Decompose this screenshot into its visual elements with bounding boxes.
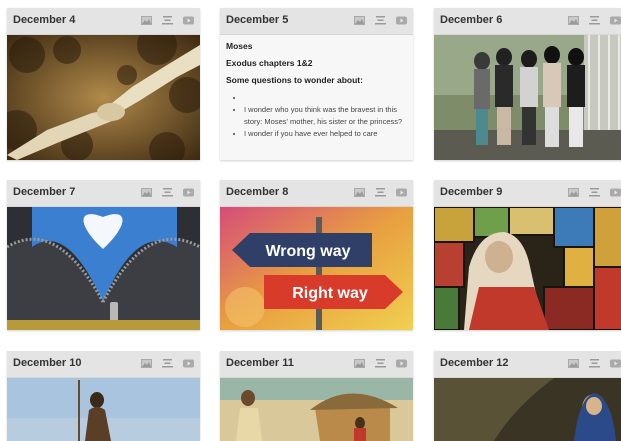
card-text-name: Moses [226, 41, 253, 51]
align-icon[interactable] [162, 359, 173, 368]
card-title: December 5 [226, 14, 289, 26]
stained-glass-woman-image[interactable] [434, 207, 621, 330]
video-icon[interactable] [610, 188, 621, 197]
video-icon[interactable] [183, 359, 194, 368]
wrong-way-right-way-signs-image[interactable]: Wrong way Right way [220, 207, 413, 330]
card-header: December 11 [220, 351, 413, 378]
image-icon[interactable] [141, 16, 152, 25]
card-december-5[interactable]: December 5 Moses Exodus chapters 1&2 Som… [220, 8, 413, 160]
align-icon[interactable] [375, 16, 386, 25]
zipper-sky-heart-cloud-image[interactable] [7, 207, 200, 330]
card-header: December 6 [434, 8, 621, 35]
image-icon[interactable] [568, 359, 579, 368]
card-text-content: Moses Exodus chapters 1&2 Some questions… [220, 35, 413, 160]
video-icon[interactable] [396, 359, 407, 368]
prophet-figure-image[interactable] [7, 378, 200, 441]
image-icon[interactable] [354, 188, 365, 197]
card-text-prompt: Some questions to wonder about: [226, 75, 363, 85]
card-title: December 6 [440, 14, 503, 26]
align-icon[interactable] [162, 188, 173, 197]
card-header: December 12 [434, 351, 621, 378]
question-list: I wonder who you think was the bravest i… [226, 92, 407, 140]
village-painting-image[interactable] [220, 378, 413, 441]
card-header: December 10 [7, 351, 200, 378]
card-december-10[interactable]: December 10 [7, 351, 200, 441]
card-header: December 8 [220, 180, 413, 207]
video-icon[interactable] [183, 188, 194, 197]
align-icon[interactable] [589, 359, 600, 368]
card-title: December 10 [13, 357, 82, 369]
card-header: December 5 [220, 8, 413, 35]
video-icon[interactable] [396, 16, 407, 25]
hands-reaching-image[interactable] [7, 35, 200, 160]
image-icon[interactable] [141, 359, 152, 368]
card-december-8[interactable]: December 8 Wrong way Right way [220, 180, 413, 330]
align-icon[interactable] [375, 188, 386, 197]
align-icon[interactable] [589, 16, 600, 25]
card-december-6[interactable]: December 6 [434, 8, 621, 160]
align-icon[interactable] [589, 188, 600, 197]
card-december-9[interactable]: December 9 [434, 180, 621, 330]
video-icon[interactable] [183, 16, 194, 25]
card-title: December 4 [13, 14, 76, 26]
image-icon[interactable] [354, 16, 365, 25]
list-item [244, 92, 407, 104]
align-icon[interactable] [162, 16, 173, 25]
list-item: I wonder who you think was the bravest i… [244, 104, 407, 128]
video-icon[interactable] [610, 359, 621, 368]
right-way-sign-text: Right way [292, 285, 368, 302]
video-icon[interactable] [396, 188, 407, 197]
card-december-12[interactable]: December 12 [434, 351, 621, 441]
card-december-7[interactable]: December 7 [7, 180, 200, 330]
card-title: December 12 [440, 357, 509, 369]
card-header: December 4 [7, 8, 200, 35]
group-of-women-photo[interactable] [434, 35, 621, 160]
list-item: I wonder if you have ever helped to care [244, 128, 407, 140]
video-icon[interactable] [610, 16, 621, 25]
card-header: December 7 [7, 180, 200, 207]
image-icon[interactable] [568, 16, 579, 25]
align-icon[interactable] [375, 359, 386, 368]
card-title: December 7 [13, 186, 76, 198]
card-december-4[interactable]: December 4 [7, 8, 200, 160]
image-icon[interactable] [354, 359, 365, 368]
image-icon[interactable] [141, 188, 152, 197]
card-title: December 8 [226, 186, 289, 198]
card-december-11[interactable]: December 11 [220, 351, 413, 441]
card-title: December 11 [226, 357, 294, 369]
wrong-way-sign-text: Wrong way [265, 243, 350, 260]
card-header: December 9 [434, 180, 621, 207]
card-text-reading: Exodus chapters 1&2 [226, 58, 313, 68]
image-icon[interactable] [568, 188, 579, 197]
dark-painting-image[interactable] [434, 378, 621, 441]
card-title: December 9 [440, 186, 503, 198]
